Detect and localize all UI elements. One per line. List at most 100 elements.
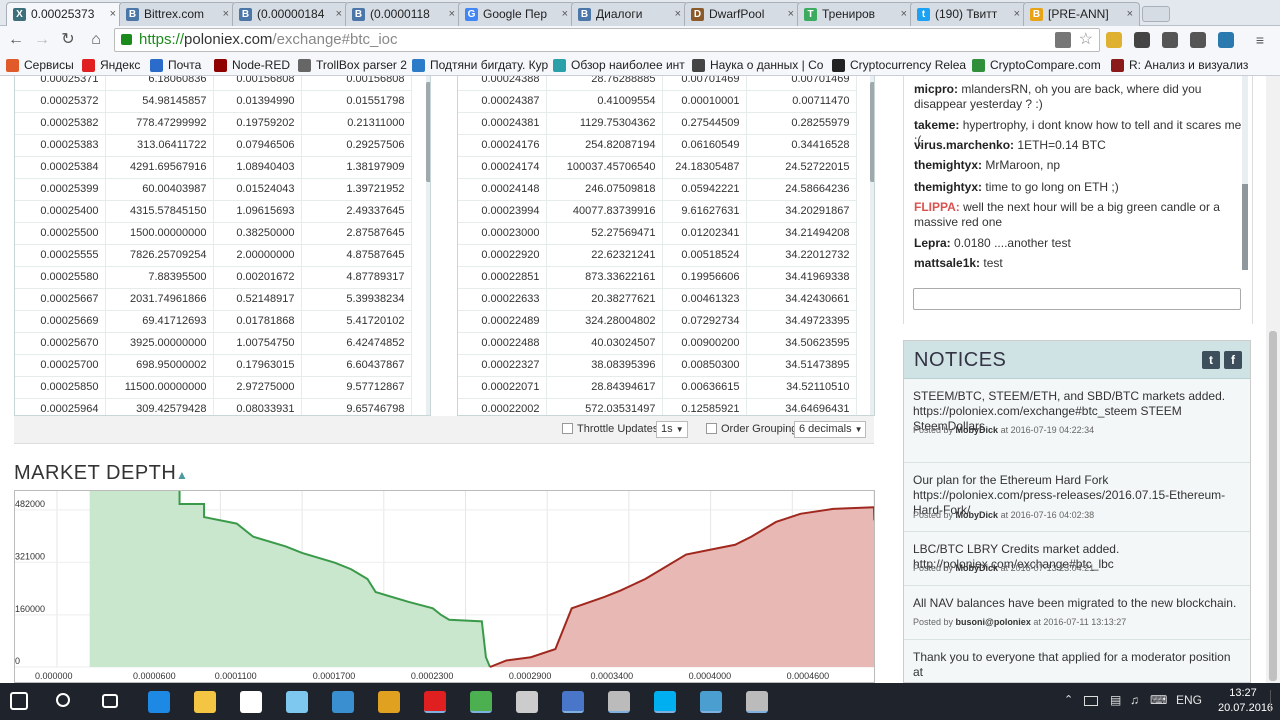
reload-icon[interactable]: ↻ bbox=[58, 30, 78, 50]
chat-username[interactable]: themightyx: bbox=[914, 158, 982, 172]
close-tab-icon[interactable]: × bbox=[788, 3, 794, 25]
browser-tab[interactable]: t (190) Твитт × bbox=[910, 2, 1027, 26]
order-row[interactable]: 0.00022633 20.38277621 0.00461323 34.424306… bbox=[458, 288, 857, 311]
order-row[interactable]: 0.00025382 778.47299992 0.19759202 0.213110… bbox=[15, 112, 412, 135]
order-row[interactable]: 0.00022489 324.28004802 0.07292734 34.49723… bbox=[458, 310, 857, 333]
order-grouping-option[interactable]: Order Grouping bbox=[706, 423, 797, 435]
home-icon[interactable] bbox=[240, 691, 262, 713]
taskbar-clock[interactable]: 13:27 20.07.2016 bbox=[1218, 686, 1273, 716]
throttle-checkbox[interactable] bbox=[562, 423, 573, 434]
close-tab-icon[interactable]: × bbox=[562, 3, 568, 25]
order-row[interactable]: 0.00022071 28.84394617 0.00636615 34.521105… bbox=[458, 376, 857, 399]
order-row[interactable]: 0.00025669 69.41712693 0.01781868 5.4172010… bbox=[15, 310, 412, 333]
bookmark-item[interactable]: Обзор наиболее инт bbox=[553, 57, 685, 73]
bookmark-item[interactable]: Яндекс bbox=[82, 57, 140, 73]
close-tab-icon[interactable]: × bbox=[675, 3, 681, 25]
bookmark-item[interactable]: Node-RED bbox=[214, 57, 290, 73]
bookmark-item[interactable]: TrollBox parser 2 bbox=[298, 57, 407, 73]
order-row[interactable]: 0.00022327 38.08395396 0.00850300 34.514738… bbox=[458, 354, 857, 377]
yandex-browser-icon[interactable] bbox=[424, 691, 446, 713]
headphones-icon[interactable] bbox=[378, 691, 400, 713]
browser-tab[interactable]: B Диалоги × bbox=[571, 2, 688, 26]
buy-orders-scrollbar[interactable] bbox=[870, 76, 874, 415]
close-tab-icon[interactable]: × bbox=[110, 3, 116, 25]
new-tab-button[interactable] bbox=[1142, 6, 1170, 22]
browser-tab[interactable]: T Трениров × bbox=[797, 2, 914, 26]
bookmark-item[interactable]: Сервисы bbox=[6, 57, 74, 73]
chat-username[interactable]: mattsale1k: bbox=[914, 256, 980, 270]
twitter-icon[interactable]: t bbox=[1202, 351, 1220, 369]
order-row[interactable]: 0.00024174 100037.45706540 24.18305487 24.5… bbox=[458, 156, 857, 179]
chat-username[interactable]: Lepra: bbox=[914, 236, 951, 250]
remote-desktop-icon[interactable] bbox=[332, 691, 354, 713]
bookmark-item[interactable]: CryptoCompare.com bbox=[972, 57, 1101, 73]
browser-tab[interactable]: B [PRE-ANN] × bbox=[1023, 2, 1140, 26]
collapse-caret-icon[interactable]: ▲ bbox=[176, 468, 188, 482]
mail-icon[interactable] bbox=[286, 691, 308, 713]
keyboard-icon[interactable]: ⌨ bbox=[1150, 693, 1167, 707]
calculator-icon[interactable] bbox=[516, 691, 538, 713]
extension-pin-icon[interactable] bbox=[1162, 32, 1178, 48]
order-row[interactable]: 0.00025964 309.42579428 0.08033931 9.657467… bbox=[15, 398, 412, 415]
order-row[interactable]: 0.00022002 572.03531497 0.12585921 34.64696… bbox=[458, 398, 857, 415]
order-row[interactable]: 0.00023000 52.27569471 0.01202341 34.214942… bbox=[458, 222, 857, 245]
close-tab-icon[interactable]: × bbox=[901, 3, 907, 25]
grouping-select[interactable]: 6 decimals ▼ bbox=[794, 421, 866, 438]
order-row[interactable]: 0.00022920 22.62321241 0.00518524 34.220127… bbox=[458, 244, 857, 267]
trollbox-input[interactable] bbox=[913, 288, 1241, 310]
extension-icon[interactable] bbox=[1106, 32, 1122, 48]
order-row[interactable]: 0.00025850 11500.00000000 2.97275000 9.5771… bbox=[15, 376, 412, 399]
bookmark-item[interactable]: Почта bbox=[150, 57, 201, 73]
order-row[interactable]: 0.00025667 2031.74961866 0.52148917 5.39938… bbox=[15, 288, 412, 311]
notice-author[interactable]: MobyDick bbox=[956, 425, 999, 435]
order-row[interactable]: 0.00025580 7.88395500 0.00201672 4.87789317 bbox=[15, 266, 412, 289]
tray-chevron-icon[interactable]: ⌃ bbox=[1064, 693, 1073, 706]
order-row[interactable]: 0.00025555 7826.25709254 2.00000000 4.87587… bbox=[15, 244, 412, 267]
chat-username[interactable]: FLIPPA: bbox=[914, 200, 960, 214]
task-view-icon[interactable] bbox=[102, 694, 118, 708]
order-row[interactable]: 0.00025371 6.18060836 0.00156808 0.00156808 bbox=[15, 76, 412, 91]
battery-icon[interactable] bbox=[1084, 696, 1098, 706]
order-row[interactable]: 0.00025372 54.98145857 0.01394990 0.0155179… bbox=[15, 90, 412, 113]
throttle-select[interactable]: 1s ▼ bbox=[656, 421, 688, 438]
order-row[interactable]: 0.00024388 28.76288885 0.00701469 0.0070146… bbox=[458, 76, 857, 91]
throttle-updates-option[interactable]: Throttle Updates bbox=[562, 423, 658, 435]
market-depth-chart[interactable]: 482000 321000 160000 0 0.000000 0.0000600 0.00… bbox=[14, 483, 876, 683]
order-row[interactable]: 0.00025500 1500.00000000 0.38250000 2.87587… bbox=[15, 222, 412, 245]
show-desktop-button[interactable] bbox=[1270, 690, 1274, 712]
order-row[interactable]: 0.00025383 313.06411722 0.07946506 0.292575… bbox=[15, 134, 412, 157]
chat-username[interactable]: micpro: bbox=[914, 82, 958, 96]
order-row[interactable]: 0.00022488 40.03024507 0.00900200 34.506235… bbox=[458, 332, 857, 355]
back-icon[interactable]: ← bbox=[6, 30, 26, 50]
edge-icon[interactable] bbox=[148, 691, 170, 713]
close-tab-icon[interactable]: × bbox=[336, 3, 342, 25]
order-row[interactable]: 0.00023994 40077.83739916 9.61627631 34.202… bbox=[458, 200, 857, 223]
order-row[interactable]: 0.00024387 0.41009554 0.00010001 0.00711470 bbox=[458, 90, 857, 113]
order-row[interactable]: 0.00025700 698.95000002 0.17963015 6.604378… bbox=[15, 354, 412, 377]
facebook-icon[interactable]: f bbox=[1224, 351, 1242, 369]
order-row[interactable]: 0.00025670 3925.00000000 1.00754750 6.42474… bbox=[15, 332, 412, 355]
language-indicator[interactable]: ENG bbox=[1176, 693, 1202, 707]
search-icon[interactable] bbox=[56, 693, 70, 707]
extension-eye-icon[interactable] bbox=[1190, 32, 1206, 48]
browser-tab[interactable]: D DwarfPool × bbox=[684, 2, 801, 26]
bookmark-item[interactable]: Cryptocurrency Relea bbox=[832, 57, 966, 73]
skype-icon[interactable] bbox=[654, 691, 676, 713]
trollbox-scrollbar[interactable] bbox=[1242, 76, 1248, 270]
order-row[interactable]: 0.00025399 60.00403987 0.01524043 1.3972195… bbox=[15, 178, 412, 201]
order-row[interactable]: 0.00025384 4291.69567916 1.08940403 1.38197… bbox=[15, 156, 412, 179]
browser-tab[interactable]: X 0.00025373 × bbox=[6, 2, 123, 26]
notice-author[interactable]: MobyDick bbox=[956, 563, 999, 573]
grouping-checkbox[interactable] bbox=[706, 423, 717, 434]
notice-author[interactable]: MobyDick bbox=[956, 510, 999, 520]
browser-tab[interactable]: G Google Пер × bbox=[458, 2, 575, 26]
bird-icon[interactable] bbox=[608, 691, 630, 713]
notice-author[interactable]: busoni@poloniex bbox=[956, 617, 1031, 627]
bookmark-item[interactable]: Наука о данных | Co bbox=[692, 57, 823, 73]
app-window-icon[interactable] bbox=[700, 691, 722, 713]
chat-username[interactable]: themightyx: bbox=[914, 180, 982, 194]
chat-username[interactable]: takeme: bbox=[914, 118, 959, 132]
order-row[interactable]: 0.00022851 873.33622161 0.19956606 34.41969… bbox=[458, 266, 857, 289]
bookmark-item[interactable]: R: Анализ и визуализ bbox=[1111, 57, 1248, 73]
extension-s-icon[interactable] bbox=[1134, 32, 1150, 48]
